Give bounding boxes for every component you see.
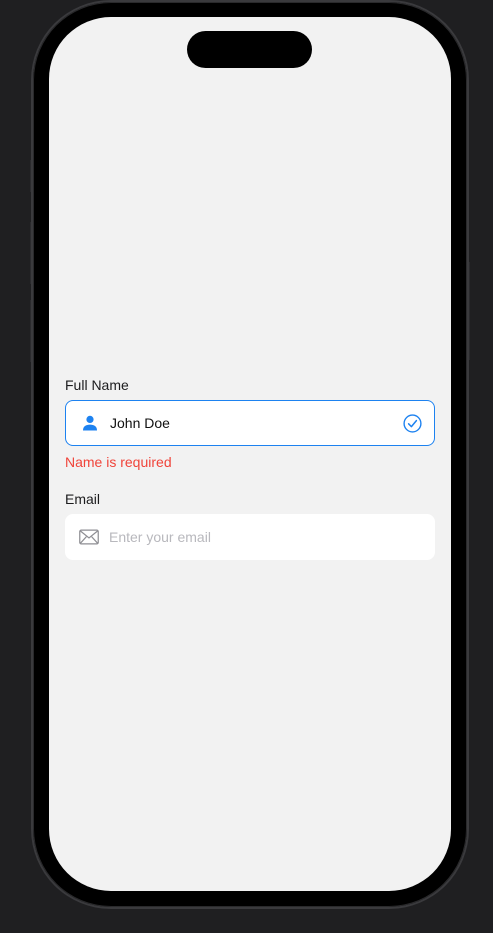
full-name-label: Full Name bbox=[65, 377, 129, 393]
checkmark-circle-icon bbox=[402, 413, 422, 433]
simulator-stage: Full Name Name is required bbox=[0, 0, 493, 933]
dynamic-island bbox=[187, 31, 312, 68]
form: Full Name Name is required bbox=[65, 376, 435, 560]
email-field[interactable] bbox=[65, 514, 435, 560]
full-name-field[interactable] bbox=[65, 400, 435, 446]
email-input[interactable] bbox=[109, 527, 423, 547]
email-label: Email bbox=[65, 491, 101, 507]
envelope-icon bbox=[79, 527, 99, 547]
phone-screen: Full Name Name is required bbox=[49, 17, 451, 891]
person-icon bbox=[80, 413, 100, 433]
name-error-message: Name is required bbox=[65, 454, 172, 470]
full-name-input[interactable] bbox=[110, 413, 402, 433]
